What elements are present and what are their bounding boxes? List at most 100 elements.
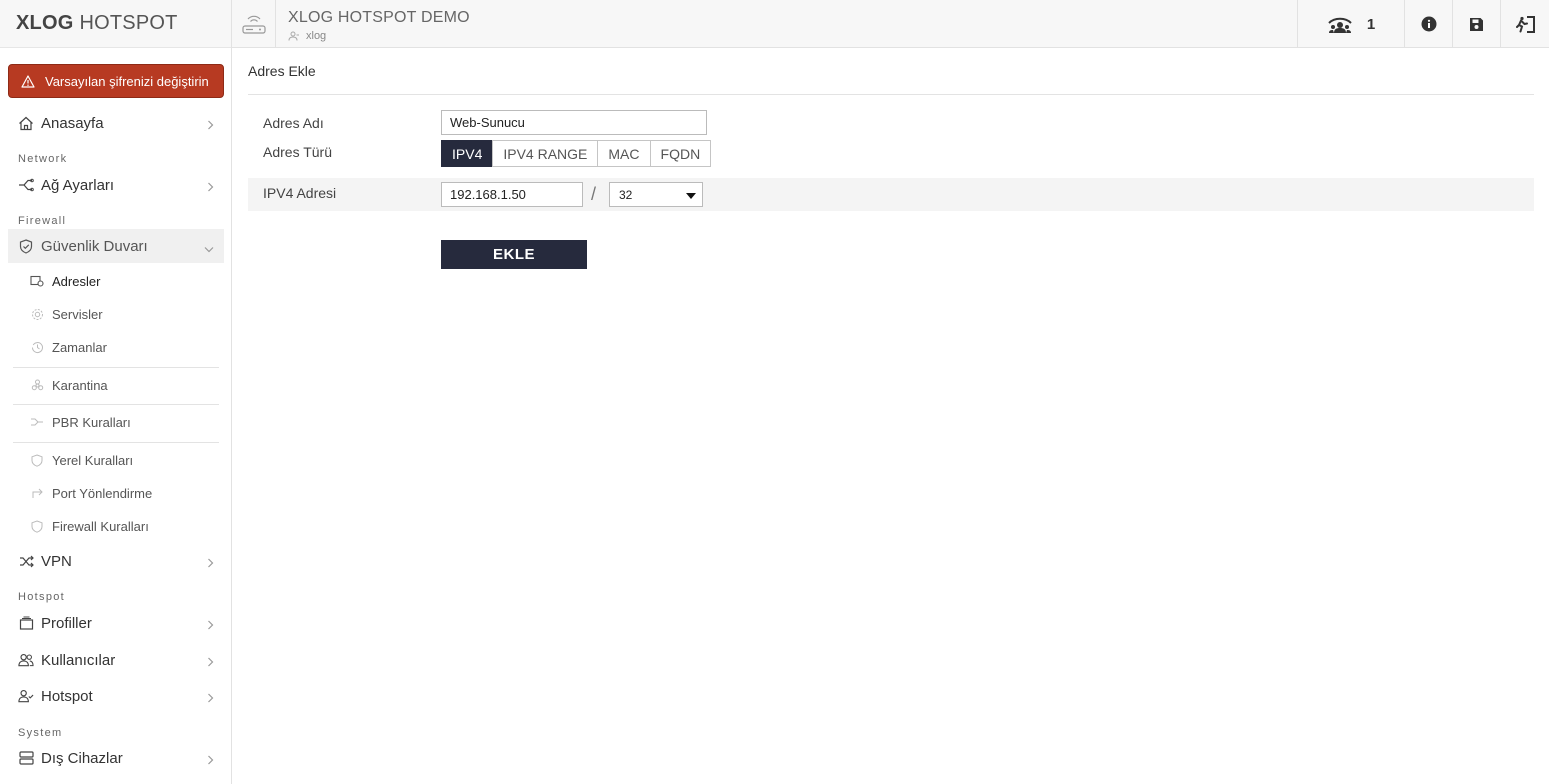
sidebar-divider xyxy=(13,442,219,443)
gear-icon xyxy=(30,307,44,321)
shield-check-icon xyxy=(18,238,34,254)
sidebar-item-label: Hotspot xyxy=(41,687,93,705)
profiles-icon xyxy=(18,615,34,631)
chevron-right-icon xyxy=(207,654,214,671)
section-label-hotspot: Hotspot xyxy=(18,591,66,603)
alert-label: Varsayılan şifrenizi değiştirin xyxy=(45,73,209,89)
sidebar-subitem-addresses[interactable]: Adresler xyxy=(30,266,220,296)
subitem-label: Firewall Kuralları xyxy=(52,518,149,534)
subitem-label: Karantina xyxy=(52,377,108,393)
sidebar-item-label: Güvenlik Duvarı xyxy=(41,237,148,255)
logout-icon xyxy=(1515,15,1535,33)
brand-bold: XLOG xyxy=(16,12,74,34)
chevron-right-icon xyxy=(207,617,214,634)
mask-separator: / xyxy=(591,184,597,204)
logout-button[interactable] xyxy=(1500,0,1549,48)
online-users-button[interactable]: 1 xyxy=(1297,0,1404,48)
sidebar-item-external-devices[interactable]: Dış Cihazlar xyxy=(8,741,224,775)
device-user: xlog xyxy=(288,30,326,42)
server-icon xyxy=(18,750,34,766)
address-type-fqdn[interactable]: FQDN xyxy=(649,140,712,167)
sidebar-subitem-port-forwarding[interactable]: Port Yönlendirme xyxy=(30,478,220,508)
chevron-right-icon xyxy=(207,179,214,196)
shuffle-icon xyxy=(18,553,34,569)
port-forward-icon xyxy=(30,486,44,500)
sidebar-item-label: Dış Cihazlar xyxy=(41,749,123,767)
shield-icon xyxy=(30,519,44,533)
subitem-label: PBR Kuralları xyxy=(52,414,131,430)
subitem-label: Port Yönlendirme xyxy=(52,485,153,501)
address-type-selector: IPV4 IPV4 RANGE MAC FQDN xyxy=(441,140,712,167)
brand-logo[interactable]: XLOG HOTSPOT xyxy=(0,0,231,48)
chevron-right-icon xyxy=(207,117,214,134)
sidebar-subitem-services[interactable]: Servisler xyxy=(30,299,220,329)
topbar: XLOG HOTSPOT DEMO xlog 1 xyxy=(232,0,1549,48)
sidebar-item-label: Ağ Ayarları xyxy=(41,176,115,194)
address-name-input[interactable] xyxy=(441,110,707,135)
sidebar-item-label: VPN xyxy=(41,552,72,570)
section-label-network: Network xyxy=(18,153,68,165)
add-button[interactable]: EKLE xyxy=(441,240,587,269)
address-icon xyxy=(30,274,44,288)
info-icon xyxy=(1421,16,1436,32)
online-users-icon xyxy=(1328,17,1352,33)
address-type-ipv4-range[interactable]: IPV4 RANGE xyxy=(492,140,599,167)
page-title: Adres Ekle xyxy=(248,63,316,79)
caret-down-icon xyxy=(686,193,696,199)
sidebar-subitem-schedules[interactable]: Zamanlar xyxy=(30,332,220,362)
title-divider xyxy=(248,94,1534,95)
sidebar-subitem-local-rules[interactable]: Yerel Kuralları xyxy=(30,445,220,475)
sidebar-item-profiles[interactable]: Profiller xyxy=(8,606,224,640)
device-user-label: xlog xyxy=(306,30,327,42)
subnet-mask-value: 32 xyxy=(619,187,633,202)
subitem-label: Adresler xyxy=(52,273,101,289)
address-type-mac[interactable]: MAC xyxy=(597,140,651,167)
shield-icon xyxy=(30,453,44,467)
sidebar-item-network-settings[interactable]: Ağ Ayarları xyxy=(8,168,224,202)
address-type-ipv4[interactable]: IPV4 xyxy=(441,140,494,167)
user-icon xyxy=(288,31,299,41)
chevron-right-icon xyxy=(207,555,214,572)
subitem-label: Yerel Kuralları xyxy=(52,452,134,468)
section-label-system: System xyxy=(18,727,63,739)
sidebar-item-vpn[interactable]: VPN xyxy=(8,544,224,578)
address-name-label: Adres Adı xyxy=(263,115,324,131)
info-button[interactable] xyxy=(1404,0,1452,48)
subitem-label: Servisler xyxy=(52,306,103,322)
route-icon xyxy=(30,415,44,429)
address-type-label: Adres Türü xyxy=(263,144,332,160)
chevron-right-icon xyxy=(207,690,214,707)
device-title: XLOG HOTSPOT DEMO xyxy=(288,9,470,26)
sidebar-item-home[interactable]: Anasayfa xyxy=(8,106,224,140)
network-icon xyxy=(18,177,34,193)
sidebar-subitem-quarantine[interactable]: Karantina xyxy=(30,370,220,400)
subitem-label: Zamanlar xyxy=(52,339,107,355)
sidebar-subitem-firewall-rules[interactable]: Firewall Kuralları xyxy=(30,511,220,541)
chevron-down-icon xyxy=(204,240,214,257)
ipv4-address-input[interactable] xyxy=(441,182,583,207)
sidebar-item-label: Kullanıcılar xyxy=(41,651,116,669)
sidebar-divider xyxy=(13,404,219,405)
router-icon[interactable] xyxy=(232,0,276,48)
sidebar-item-users[interactable]: Kullanıcılar xyxy=(8,643,224,677)
sidebar-subitem-pbr-rules[interactable]: PBR Kuralları xyxy=(30,407,220,437)
sidebar-item-firewall[interactable]: Güvenlik Duvarı xyxy=(8,229,224,263)
section-label-firewall: Firewall xyxy=(18,215,67,227)
brand-rest: HOTSPOT xyxy=(79,12,178,34)
sidebar: XLOG HOTSPOT Varsayılan şifrenizi değişt… xyxy=(0,0,232,784)
sidebar-item-label: Profiller xyxy=(41,614,92,632)
chevron-right-icon xyxy=(207,752,214,769)
online-count: 1 xyxy=(1366,15,1376,33)
biohazard-icon xyxy=(30,378,44,392)
subnet-mask-select[interactable]: 32 xyxy=(609,182,703,207)
user-check-icon xyxy=(18,688,34,704)
save-icon xyxy=(1470,17,1483,31)
warning-icon xyxy=(21,74,35,88)
sidebar-item-label: Anasayfa xyxy=(41,114,104,132)
home-icon xyxy=(18,115,34,131)
ipv4-address-label: IPV4 Adresi xyxy=(263,185,337,201)
change-password-alert-button[interactable]: Varsayılan şifrenizi değiştirin xyxy=(8,64,224,98)
save-button[interactable] xyxy=(1452,0,1500,48)
sidebar-item-hotspot[interactable]: Hotspot xyxy=(8,679,224,713)
sidebar-divider xyxy=(13,367,219,368)
